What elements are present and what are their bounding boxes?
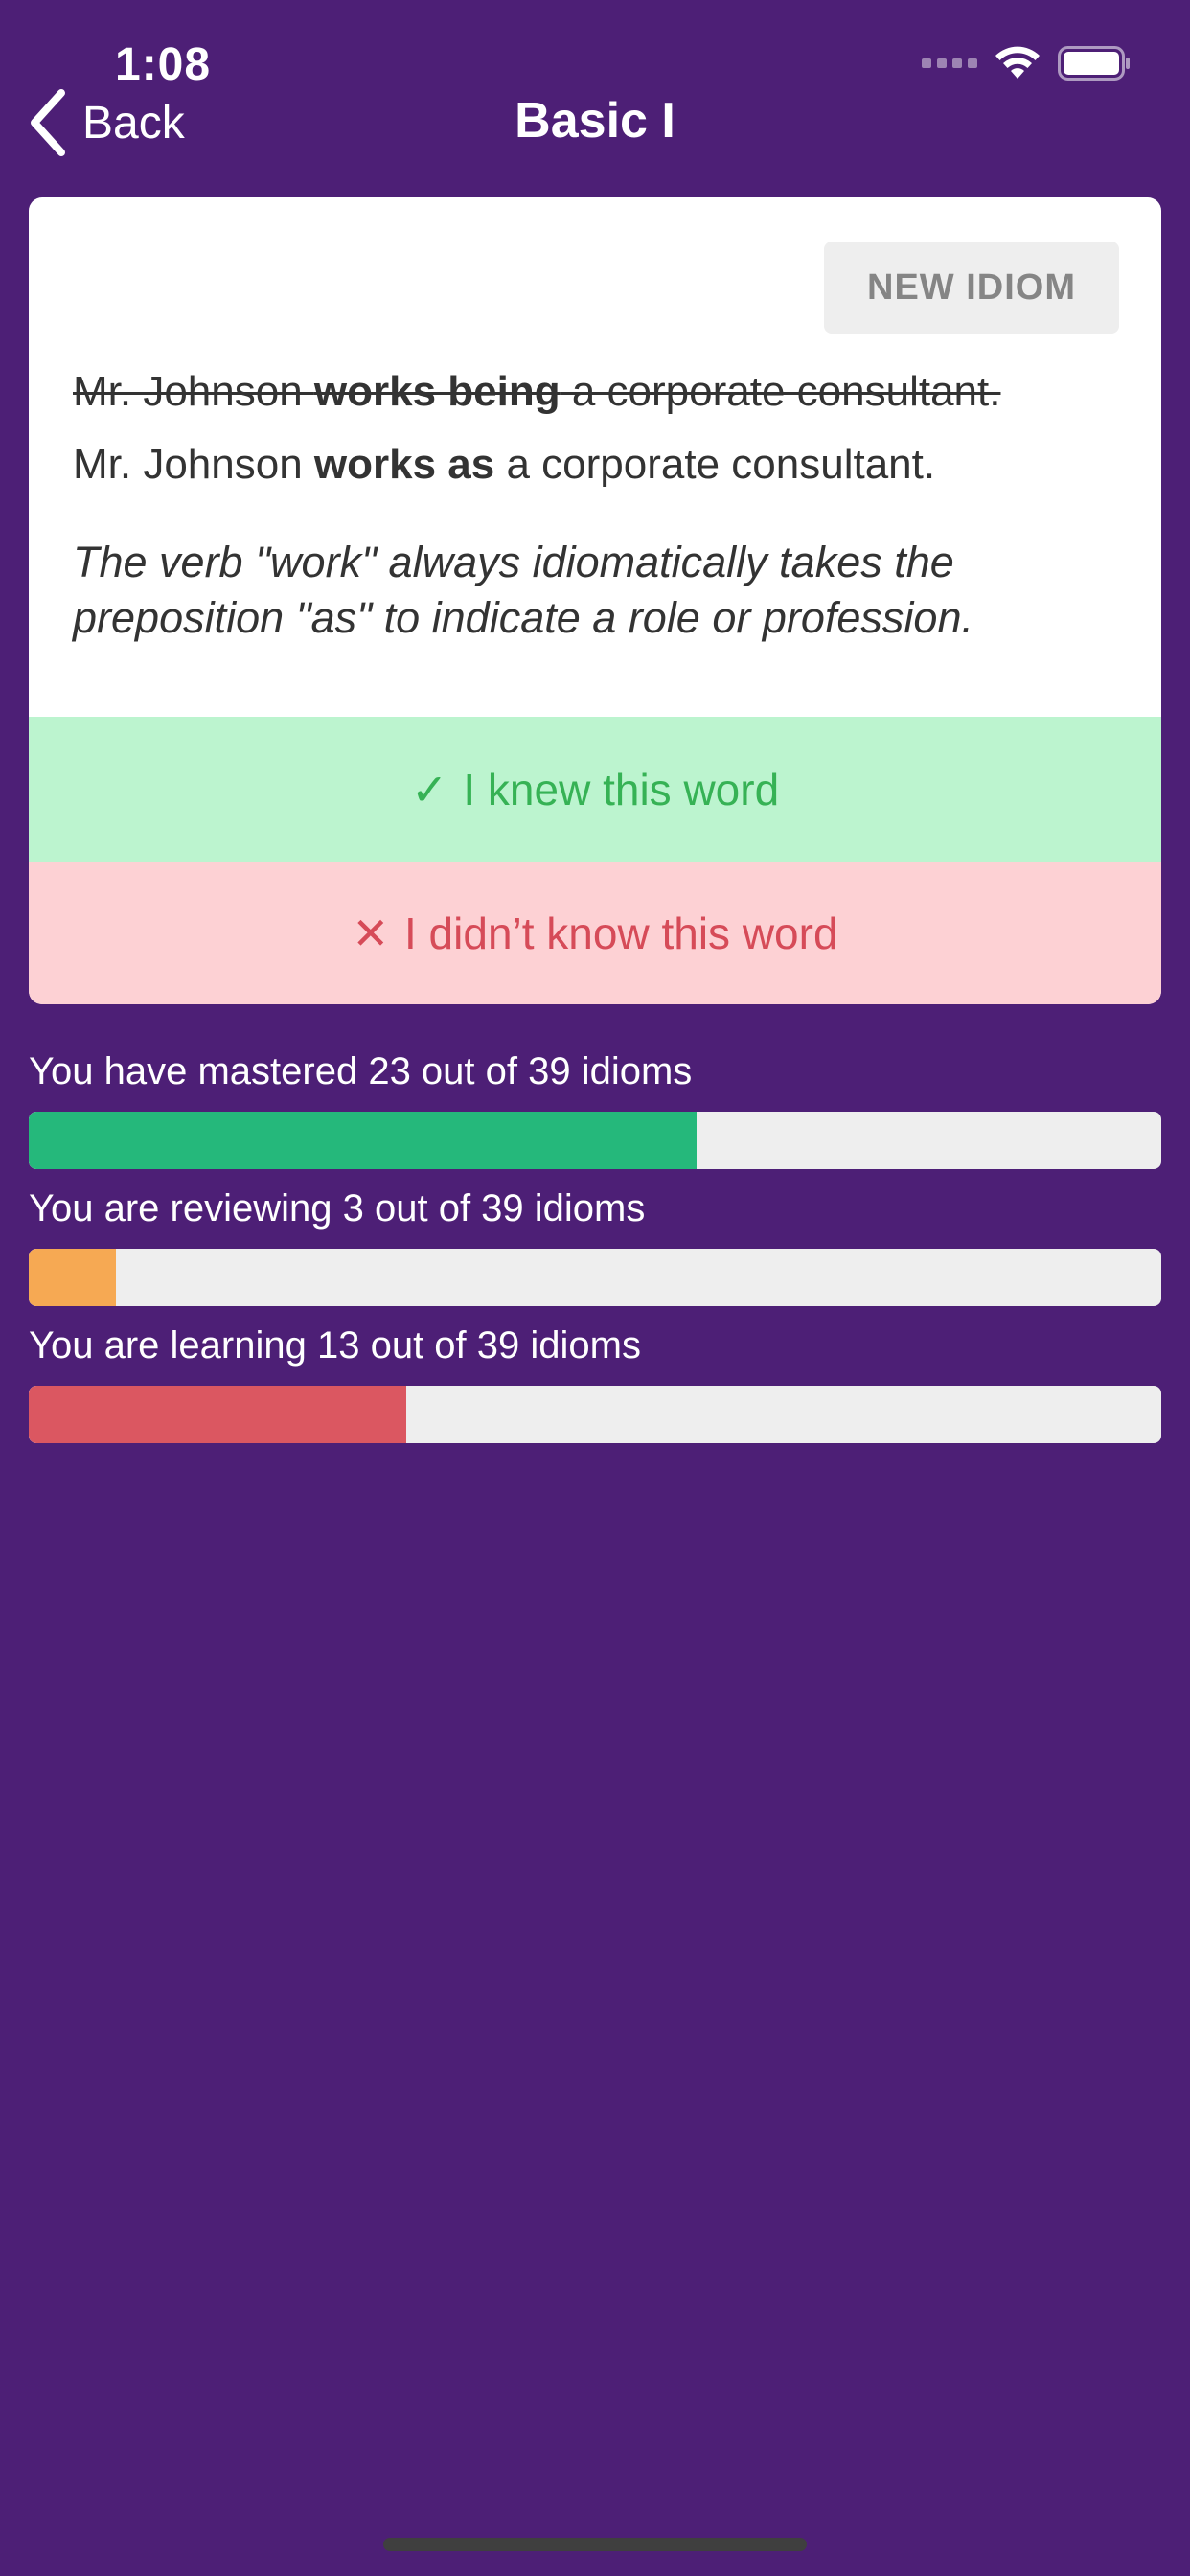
new-idiom-button[interactable]: NEW IDIOM (824, 242, 1119, 334)
didnt-know-word-button[interactable]: ✕ I didn’t know this word (29, 862, 1161, 1004)
home-indicator (383, 2538, 807, 2551)
correct-sentence-before: Mr. Johnson (73, 441, 314, 488)
reviewing-label: You are reviewing 3 out of 39 idioms (29, 1187, 646, 1230)
cellular-dots-icon (922, 58, 977, 68)
correct-sentence-after: a corporate consultant. (494, 441, 936, 488)
page-title: Basic I (515, 93, 675, 149)
learning-progress-fill (29, 1386, 406, 1443)
check-icon: ✓ (410, 765, 448, 815)
explanation-text: The verb "work" always idiomatically tak… (73, 538, 973, 642)
learning-progress-bar (29, 1386, 1161, 1443)
status-icons (922, 44, 1131, 82)
incorrect-sentence-after: a corporate consultant. (560, 368, 1001, 415)
incorrect-sentence: Mr. Johnson works being a corporate cons… (73, 368, 1136, 416)
mastered-progress-bar (29, 1112, 1161, 1169)
correct-sentence: Mr. Johnson works as a corporate consult… (73, 441, 1136, 489)
learning-label: You are learning 13 out of 39 idioms (29, 1324, 641, 1367)
knew-word-button[interactable]: ✓ I knew this word (29, 717, 1161, 862)
incorrect-sentence-emphasis: works being (313, 368, 561, 415)
didnt-know-word-label: I didn’t know this word (404, 908, 838, 958)
battery-icon (1058, 46, 1131, 80)
mastered-progress-fill (29, 1112, 698, 1169)
idiom-card: NEW IDIOM Mr. Johnson works being a corp… (29, 197, 1161, 1004)
mastered-label: You have mastered 23 out of 39 idioms (29, 1050, 693, 1092)
incorrect-sentence-before: Mr. Johnson (73, 368, 314, 415)
wifi-icon (995, 46, 1041, 80)
reviewing-progress-fill (29, 1249, 116, 1306)
correct-sentence-emphasis: works as (313, 441, 495, 488)
status-time: 1:08 (115, 39, 212, 90)
reviewing-progress-bar (29, 1249, 1161, 1306)
knew-word-label: I knew this word (463, 765, 780, 815)
cross-icon: ✕ (352, 908, 389, 958)
